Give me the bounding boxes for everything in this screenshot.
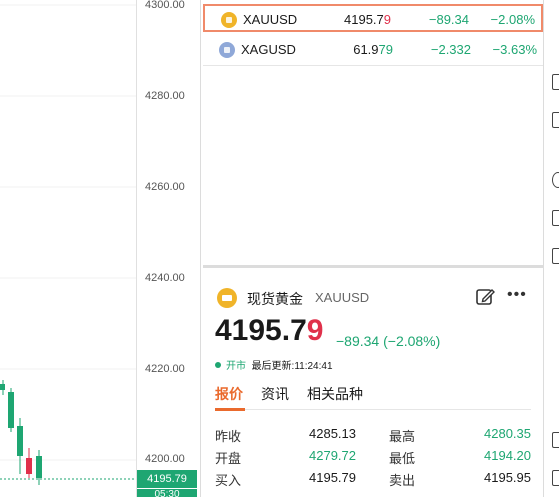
notification-icon[interactable] <box>552 432 559 448</box>
more-options-icon[interactable]: ••• <box>507 287 529 306</box>
change: −89.34 <box>428 12 469 27</box>
price: 4195.79 <box>344 12 391 27</box>
symbol-detail-panel: 现货黄金 XAUUSD ••• 4195.79 −89.34 (−2.08%) … <box>203 268 543 497</box>
quote-label: 昨收 <box>215 429 242 444</box>
quote-value: 4195.79 <box>309 470 356 485</box>
quote-row: 买入 4195.79 卖出 4195.95 <box>203 470 543 490</box>
price-change: −89.34 (−2.08%) <box>336 333 441 349</box>
status-dot-icon <box>215 362 221 368</box>
countdown-tag: 05:30 <box>137 489 197 497</box>
change-percent: −2.08% <box>490 12 535 27</box>
quote-row: 开盘 4279.72 最低 4194.20 <box>203 448 543 468</box>
last-price-tag: 4195.79 <box>137 470 197 488</box>
calendar-icon[interactable] <box>552 248 559 264</box>
y-tick: 4200.00 <box>145 453 185 465</box>
y-tick: 4300.00 <box>145 0 185 11</box>
gold-bar-icon <box>217 288 237 308</box>
y-tick: 4220.00 <box>145 363 185 375</box>
quote-value: 4195.95 <box>484 470 531 485</box>
clock-icon[interactable] <box>552 172 559 188</box>
price-chart[interactable]: 4300.00 4280.00 4260.00 4240.00 4220.00 … <box>0 0 200 497</box>
object-tree-icon[interactable] <box>552 74 559 90</box>
divider <box>203 65 543 66</box>
change: −2.332 <box>430 42 471 57</box>
chat-icon[interactable] <box>552 112 559 128</box>
price: 61.979 <box>353 42 393 57</box>
quote-label: 最低 <box>389 451 416 466</box>
gold-coin-icon <box>221 12 237 28</box>
current-price: 4195.79 <box>215 314 324 347</box>
tab-divider <box>245 409 531 410</box>
quote-label: 卖出 <box>389 473 416 488</box>
symbol: XAGUSD <box>241 42 296 57</box>
candlestick-chart <box>0 0 137 497</box>
y-tick: 4260.00 <box>145 181 185 193</box>
right-toolbar <box>544 0 559 497</box>
active-tab-indicator <box>215 408 245 411</box>
watchlist-row-xauusd[interactable]: XAUUSD 4195.79 −89.34 −2.08% <box>203 4 543 32</box>
symbol: XAUUSD <box>243 12 298 27</box>
candles <box>0 380 42 485</box>
change-percent: −3.63% <box>492 42 537 57</box>
instrument-symbol: XAUUSD <box>315 290 370 305</box>
y-tick: 4240.00 <box>145 272 185 284</box>
quote-label: 买入 <box>215 473 242 488</box>
help-icon[interactable] <box>552 470 559 486</box>
chart-divider[interactable] <box>200 0 201 497</box>
quote-value: 4279.72 <box>309 448 356 463</box>
quote-label: 开盘 <box>215 451 242 466</box>
quote-label: 最高 <box>389 429 416 444</box>
watchlist: XAUUSD 4195.79 −89.34 −2.08% XAGUSD 61.9… <box>203 0 543 265</box>
quote-value: 4194.20 <box>484 448 531 463</box>
y-tick: 4280.00 <box>145 90 185 102</box>
tab-related[interactable]: 相关品种 <box>307 384 363 404</box>
market-status: 开市 最后更新:11:24:41 <box>215 357 333 372</box>
edit-icon[interactable] <box>475 287 495 307</box>
quote-row: 昨收 4285.13 最高 4280.35 <box>203 426 543 446</box>
silver-coin-icon <box>219 42 235 58</box>
quote-value: 4280.35 <box>484 426 531 441</box>
ideas-icon[interactable] <box>552 210 559 226</box>
tab-quote[interactable]: 报价 <box>215 384 243 404</box>
watchlist-row-xagusd[interactable]: XAGUSD 61.979 −2.332 −3.63% <box>203 36 543 64</box>
tab-news[interactable]: 资讯 <box>261 384 289 404</box>
instrument-name: 现货黄金 <box>247 291 303 307</box>
quote-value: 4285.13 <box>309 426 356 441</box>
